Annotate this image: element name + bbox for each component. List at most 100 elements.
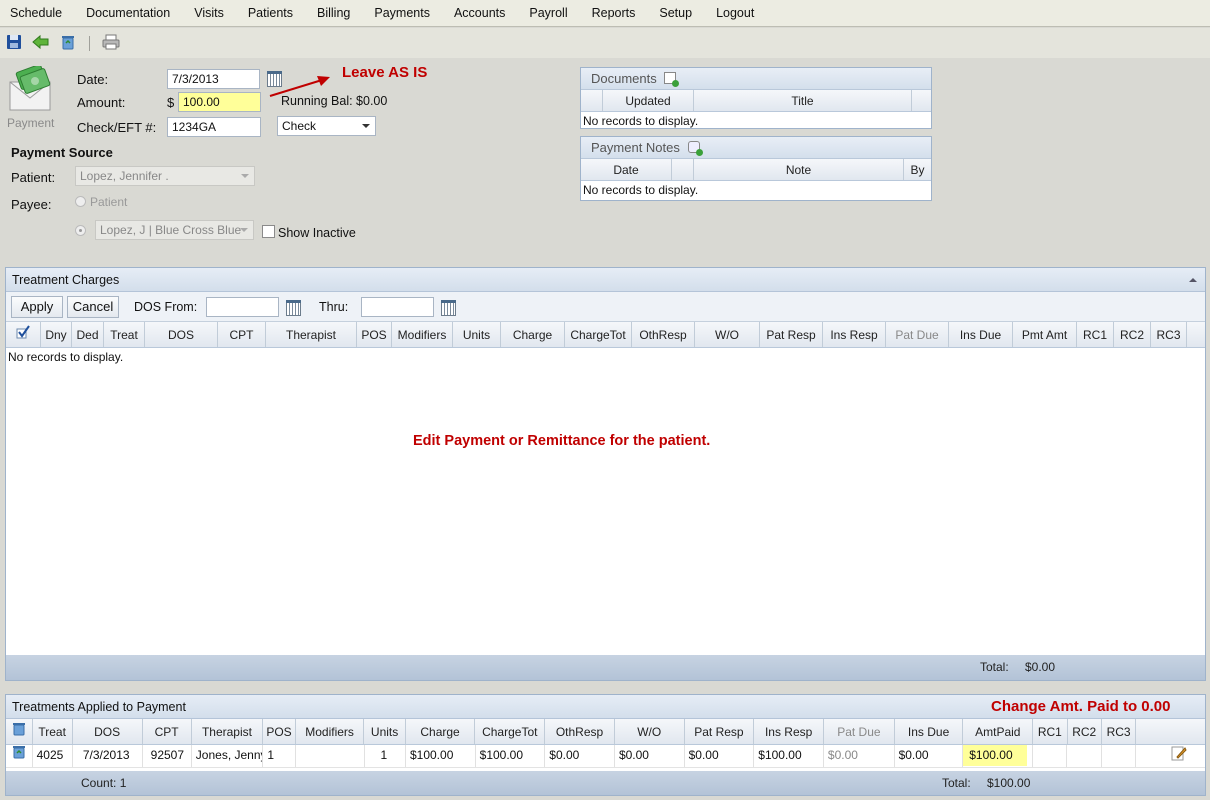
- payee-select[interactable]: Lopez, J | Blue Cross Blue: [95, 220, 254, 240]
- tc-header-othresp[interactable]: OthResp: [632, 322, 695, 347]
- cell-chargetot: $100.00: [476, 745, 546, 767]
- annotation-edit-payment: Edit Payment or Remittance for the patie…: [413, 433, 711, 449]
- ta-header-othresp[interactable]: OthResp: [545, 719, 615, 744]
- treatments-applied-title: Treatments Applied to Payment: [12, 700, 186, 714]
- menu-patients[interactable]: Patients: [238, 0, 307, 26]
- menu-billing[interactable]: Billing: [307, 0, 364, 26]
- tc-header-treat[interactable]: Treat: [104, 322, 145, 347]
- ta-header-treat[interactable]: Treat: [33, 719, 73, 744]
- tc-header-dny[interactable]: Dny: [41, 322, 72, 347]
- add-document-icon[interactable]: [664, 72, 680, 87]
- menu-setup[interactable]: Setup: [649, 0, 706, 26]
- ta-header-rc3[interactable]: RC3: [1102, 719, 1137, 744]
- amount-input[interactable]: 100.00: [178, 92, 261, 112]
- thru-input[interactable]: [361, 297, 434, 317]
- ta-header-charge[interactable]: Charge: [406, 719, 476, 744]
- apply-button[interactable]: Apply: [11, 296, 63, 318]
- payee-patient-radio[interactable]: [75, 196, 86, 207]
- ta-header-pat-due[interactable]: Pat Due: [824, 719, 895, 744]
- delete-row-icon[interactable]: [6, 745, 33, 767]
- payment-method-select[interactable]: Check: [277, 116, 376, 136]
- notes-header-note[interactable]: Note: [694, 159, 904, 180]
- save-icon[interactable]: [6, 34, 24, 52]
- table-row[interactable]: 4025 7/3/2013 92507 Jones, Jenny 1 1 $10…: [6, 745, 1205, 768]
- tc-header-therapist[interactable]: Therapist: [266, 322, 357, 347]
- documents-header-title[interactable]: Title: [694, 90, 912, 111]
- cancel-button[interactable]: Cancel: [67, 296, 119, 318]
- cell-amtpaid-wrap[interactable]: $100.00: [963, 745, 1033, 767]
- ta-header-pat-resp[interactable]: Pat Resp: [685, 719, 755, 744]
- tc-header-ded[interactable]: Ded: [72, 322, 104, 347]
- documents-header-updated[interactable]: Updated: [603, 90, 694, 111]
- tc-header-rc3[interactable]: RC3: [1151, 322, 1187, 347]
- tc-header-wo[interactable]: W/O: [695, 322, 760, 347]
- tc-header-pos[interactable]: POS: [357, 322, 392, 347]
- menu-payroll[interactable]: Payroll: [519, 0, 581, 26]
- treatments-applied-section: Treatments Applied to Payment Change Amt…: [5, 694, 1206, 796]
- amtpaid-input[interactable]: $100.00: [963, 745, 1028, 766]
- recycle-icon[interactable]: [60, 34, 78, 52]
- show-inactive-checkbox[interactable]: [262, 225, 275, 238]
- tc-header-modifiers[interactable]: Modifiers: [392, 322, 453, 347]
- dos-from-input[interactable]: [206, 297, 279, 317]
- cell-pat-due: $0.00: [824, 745, 895, 767]
- ta-header-modifiers[interactable]: Modifiers: [296, 719, 365, 744]
- menu-reports[interactable]: Reports: [582, 0, 650, 26]
- ta-header-wo[interactable]: W/O: [615, 719, 685, 744]
- menu-documentation[interactable]: Documentation: [76, 0, 184, 26]
- menu-logout[interactable]: Logout: [706, 0, 768, 26]
- tc-header-dos[interactable]: DOS: [145, 322, 218, 347]
- ta-header-dos[interactable]: DOS: [73, 719, 143, 744]
- menu-visits[interactable]: Visits: [184, 0, 238, 26]
- select-all-check-icon[interactable]: [6, 322, 41, 347]
- notes-header-by[interactable]: By: [904, 159, 931, 180]
- ta-header-rc2[interactable]: RC2: [1068, 719, 1102, 744]
- tc-header-units[interactable]: Units: [453, 322, 501, 347]
- check-eft-label: Check/EFT #:: [77, 120, 157, 135]
- menu-payments[interactable]: Payments: [364, 0, 444, 26]
- tc-header-rc1[interactable]: RC1: [1077, 322, 1114, 347]
- collapse-icon[interactable]: [1189, 278, 1197, 282]
- menu-accounts[interactable]: Accounts: [444, 0, 519, 26]
- ta-header-units[interactable]: Units: [364, 719, 406, 744]
- payee-insurance-radio[interactable]: [75, 225, 86, 236]
- tc-header-chargetot[interactable]: ChargeTot: [565, 322, 632, 347]
- treatment-charges-empty: No records to display.: [8, 350, 124, 364]
- treatment-charges-footer: Total: $0.00: [6, 655, 1205, 680]
- tc-header-rc2[interactable]: RC2: [1114, 322, 1151, 347]
- back-arrow-icon[interactable]: [32, 34, 50, 52]
- dos-from-calendar-icon[interactable]: [286, 300, 301, 316]
- tc-header-charge[interactable]: Charge: [501, 322, 565, 347]
- ta-header-ins-due[interactable]: Ins Due: [895, 719, 964, 744]
- ta-header-amtpaid[interactable]: AmtPaid: [963, 719, 1034, 744]
- check-eft-input[interactable]: 1234GA: [167, 117, 261, 137]
- tc-header-pmt-amt[interactable]: Pmt Amt: [1013, 322, 1077, 347]
- ta-header-chargetot[interactable]: ChargeTot: [475, 719, 546, 744]
- cell-othresp: $0.00: [545, 745, 615, 767]
- date-input[interactable]: 7/3/2013: [167, 69, 260, 89]
- tc-header-pat-resp[interactable]: Pat Resp: [760, 322, 823, 347]
- notes-header-date[interactable]: Date: [581, 159, 672, 180]
- menu-bar: Schedule Documentation Visits Patients B…: [0, 0, 1210, 27]
- payment-notes-title: Payment Notes: [591, 140, 680, 155]
- ta-header-ins-resp[interactable]: Ins Resp: [754, 719, 825, 744]
- cell-pos: 1: [263, 745, 296, 767]
- toolbar-divider: [89, 36, 90, 51]
- tc-header-ins-due[interactable]: Ins Due: [949, 322, 1013, 347]
- tc-header-ins-resp[interactable]: Ins Resp: [823, 322, 886, 347]
- ta-header-therapist[interactable]: Therapist: [192, 719, 264, 744]
- tc-header-cpt[interactable]: CPT: [218, 322, 266, 347]
- menu-schedule[interactable]: Schedule: [0, 0, 76, 26]
- thru-calendar-icon[interactable]: [441, 300, 456, 316]
- ta-header-edit: [1136, 719, 1205, 744]
- patient-select-value: Lopez, Jennifer .: [80, 169, 169, 183]
- patient-select[interactable]: Lopez, Jennifer .: [75, 166, 255, 186]
- ta-header-rc1[interactable]: RC1: [1033, 719, 1068, 744]
- ta-header-cpt[interactable]: CPT: [143, 719, 192, 744]
- tc-header-pat-due[interactable]: Pat Due: [886, 322, 949, 347]
- edit-row-icon[interactable]: [1136, 745, 1205, 767]
- ta-header-pos[interactable]: POS: [263, 719, 296, 744]
- print-icon[interactable]: [102, 34, 120, 52]
- treatments-applied-title-bar: Treatments Applied to Payment Change Amt…: [6, 695, 1205, 719]
- add-note-icon[interactable]: [687, 141, 703, 156]
